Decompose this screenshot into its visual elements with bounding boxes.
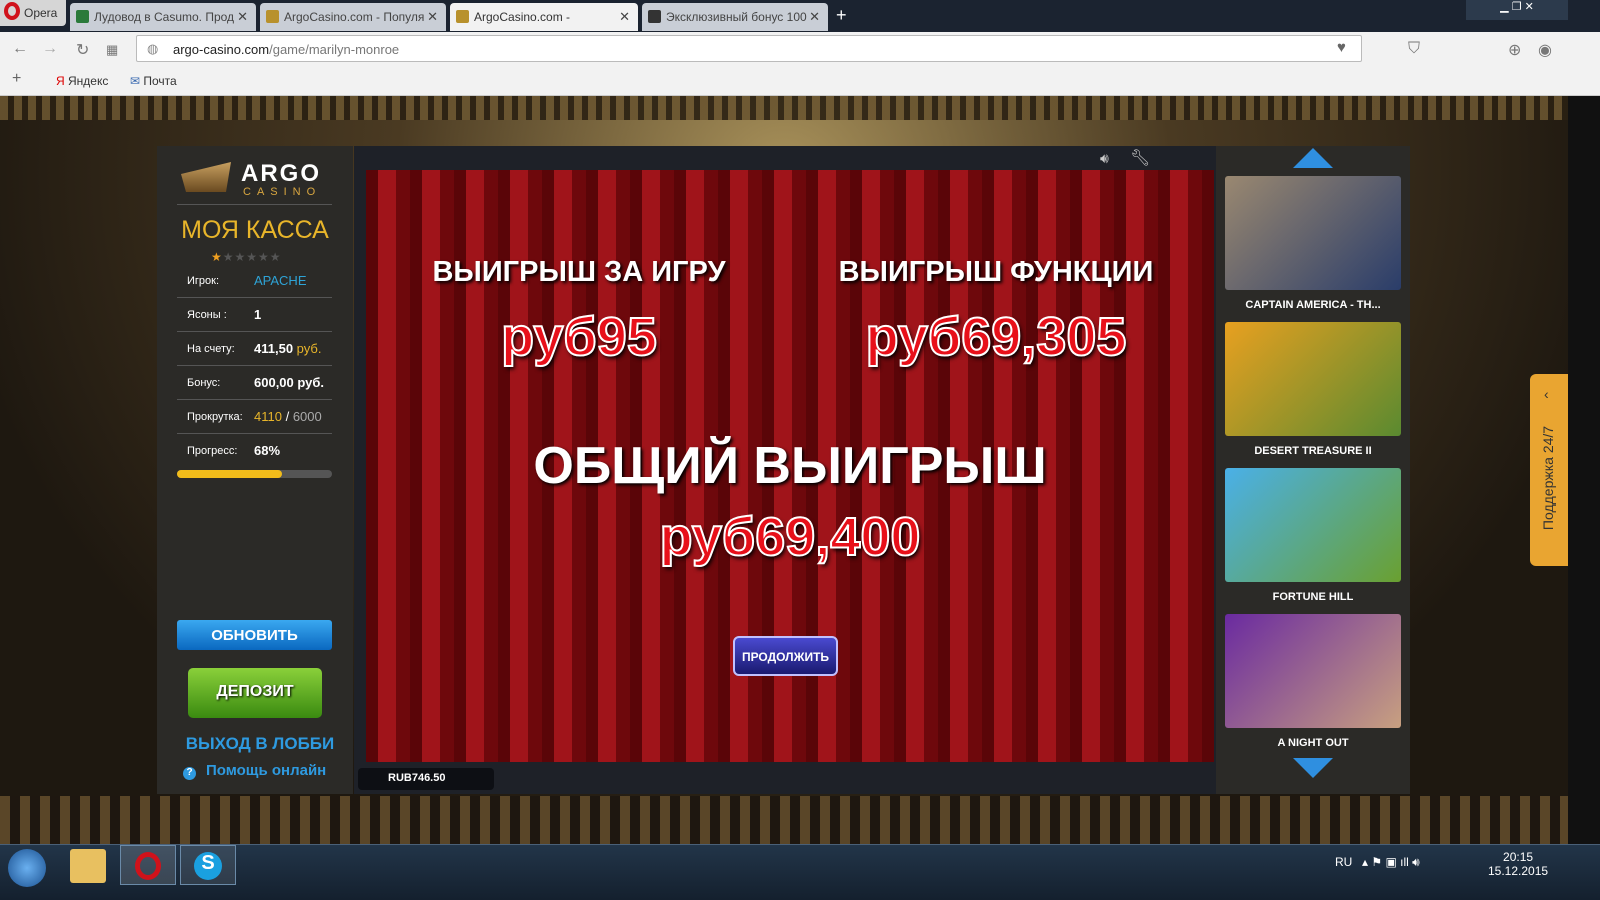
scroll-up-arrow-icon[interactable] <box>1293 148 1333 168</box>
speed-dial-icon[interactable]: ▦ <box>106 42 118 58</box>
new-tab-button[interactable]: + <box>836 5 847 26</box>
forward-icon[interactable]: → <box>42 40 58 58</box>
total-win-amount: руб69,400 <box>659 506 922 568</box>
close-tab-icon[interactable]: ✕ <box>427 9 438 25</box>
jasons-row: Ясоны :1 <box>177 298 332 332</box>
game-thumb-desert-treasure[interactable] <box>1225 322 1401 436</box>
opera-logo-icon <box>4 2 20 20</box>
game-thumb-fortune-hill[interactable] <box>1225 468 1401 582</box>
explorer-icon[interactable] <box>70 849 106 883</box>
bookmark-heart-icon[interactable]: ♥ <box>1337 39 1365 56</box>
reload-icon[interactable]: ↻ <box>76 40 89 60</box>
game-thumb-night-out[interactable] <box>1225 614 1401 728</box>
start-button[interactable] <box>8 849 46 887</box>
wager-row: Прокрутка: 4110 / 6000 <box>177 400 332 434</box>
yandex-icon: Я <box>56 74 68 88</box>
shield-icon[interactable]: ⛉ <box>1408 40 1420 58</box>
opera-taskbar-button[interactable] <box>120 845 176 885</box>
tray-icons[interactable]: ▴ ⚑ ▣ ıll 🔊︎ <box>1362 855 1420 870</box>
add-bookmark-icon[interactable]: + <box>12 70 21 88</box>
ship-icon <box>181 162 231 192</box>
deposit-button[interactable]: ДЕПОЗИТ <box>188 668 322 718</box>
globe-icon: ◍ <box>147 41 159 56</box>
close-tab-icon[interactable]: ✕ <box>619 9 630 25</box>
game-balance: RUB746.50 <box>358 768 494 790</box>
help-online-link[interactable]: ? Помощь онлайн <box>183 762 326 780</box>
argo-logo[interactable]: ARGO CASINO <box>181 156 331 204</box>
bookmarks-bar: + Я Яндекс ✉ Почта <box>0 66 1600 96</box>
tab-active[interactable]: ArgoCasino.com - ✕ <box>450 3 638 31</box>
refresh-button[interactable]: ОБНОВИТЬ <box>177 620 332 650</box>
progress-bar <box>177 470 332 478</box>
cashier-panel: ARGO CASINO МОЯ КАССА ★★★★★★ Игрок: APACH… <box>157 146 353 794</box>
favicon-icon <box>648 10 661 23</box>
settings-wrench-icon[interactable]: 🔧︎ <box>1130 148 1150 168</box>
tab-2[interactable]: ArgoCasino.com - Популя ✕ <box>260 3 446 31</box>
support-tab[interactable]: ‹ Поддержка 24/7 <box>1530 374 1568 566</box>
sound-icon[interactable]: 🔊︎ <box>1100 150 1109 167</box>
address-input[interactable]: ◍ argo-casino.com/game/marilyn-monroe ♥ <box>136 35 1362 62</box>
game-win-amount: руб95 <box>500 306 658 368</box>
close-tab-icon[interactable]: ✕ <box>809 9 820 25</box>
window-controls[interactable]: ▁ ❐ ✕ <box>1466 0 1568 20</box>
greek-border <box>0 96 1568 120</box>
opera-menu-button[interactable]: Opera <box>0 0 66 26</box>
continue-button[interactable]: ПРОДОЛЖИТЬ <box>733 636 838 676</box>
bookmark-yandex[interactable]: Я Яндекс <box>56 74 108 88</box>
bonus-row: Бонус: 600,00 руб. <box>177 366 332 400</box>
chevron-left-icon: ‹ <box>1544 386 1549 402</box>
game-thumb-captain-america[interactable] <box>1225 176 1401 290</box>
games-sidebar: CAPTAIN AMERICA - TH... DESERT TREASURE … <box>1216 146 1410 794</box>
bookmark-mail[interactable]: ✉ Почта <box>130 74 177 88</box>
cashier-title: МОЯ КАССА <box>181 216 329 244</box>
exit-lobby-link[interactable]: ВЫХОД В ЛОББИ <box>157 734 363 754</box>
account-icon[interactable]: ◉ <box>1538 40 1552 60</box>
scroll-down-arrow-icon[interactable] <box>1293 758 1333 778</box>
tab-1[interactable]: Лудовод в Casumo. Прод ✕ <box>70 3 256 31</box>
help-icon: ? <box>183 767 196 780</box>
player-row: Игрок: APACHE <box>177 264 332 298</box>
feature-win-amount: руб69,305 <box>865 306 1128 368</box>
clock[interactable]: 20:15 15.12.2015 <box>1488 850 1548 878</box>
rating-stars: ★★★★★★ <box>211 250 282 264</box>
greek-border-bottom <box>0 796 1568 844</box>
curtain-stage: ВЫИГРЫШ ЗА ИГРУ руб95 ВЫИГРЫШ ФУНКЦИИ ру… <box>366 170 1214 762</box>
back-icon[interactable]: ← <box>12 40 28 58</box>
tab-4[interactable]: Эксклюзивный бонус 100 ✕ <box>642 3 828 31</box>
favicon-icon <box>76 10 89 23</box>
mail-icon: ✉ <box>130 74 144 88</box>
close-tab-icon[interactable]: ✕ <box>237 9 248 25</box>
balance-row: На счету: 411,50 руб. <box>177 332 332 366</box>
windows-taskbar: S RU ▴ ⚑ ▣ ıll 🔊︎ 20:15 15.12.2015 <box>0 844 1600 900</box>
language-indicator[interactable]: RU <box>1335 855 1352 869</box>
favicon-icon <box>456 10 469 23</box>
favicon-icon <box>266 10 279 23</box>
download-icon[interactable]: ⊕ <box>1508 40 1521 60</box>
skype-taskbar-button[interactable]: S <box>180 845 236 885</box>
progress-row: Прогресс: 68% <box>187 443 281 458</box>
